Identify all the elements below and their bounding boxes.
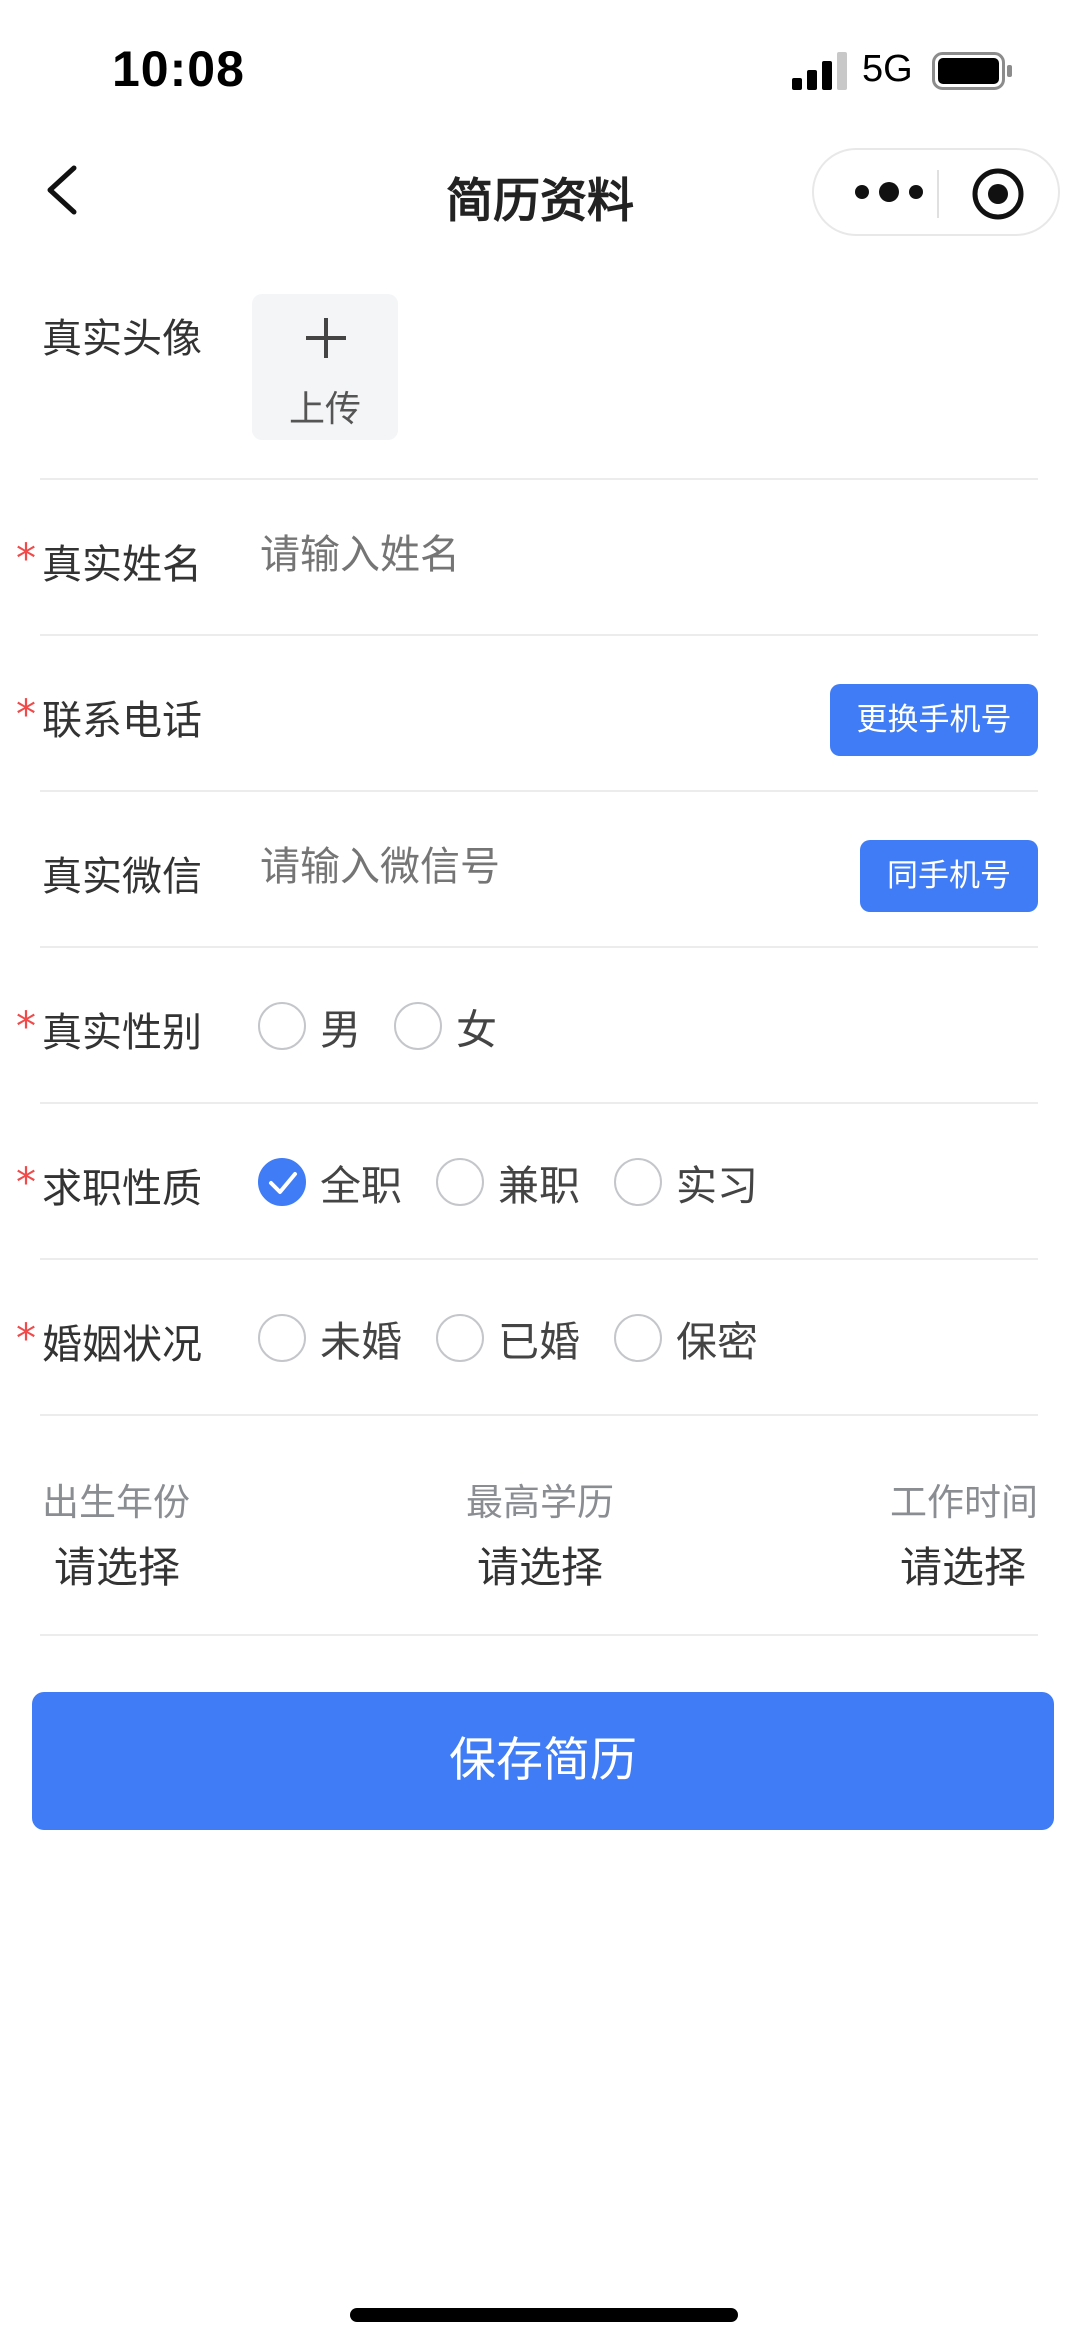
gender-row: * 真实性别 男 女 xyxy=(16,948,1038,1104)
wechat-row: 真实微信 同手机号 xyxy=(40,792,1038,948)
radio-circle[interactable] xyxy=(614,1158,662,1206)
job-type-row: * 求职性质 全职 兼职 实习 xyxy=(16,1104,1038,1260)
capsule-divider xyxy=(937,170,939,218)
required-mark: * xyxy=(16,1004,36,1050)
battery-icon xyxy=(932,52,1012,90)
radio-circle[interactable] xyxy=(614,1314,662,1362)
job-type-option-fulltime[interactable]: 全职 xyxy=(258,1154,408,1214)
picker-label: 出生年份 xyxy=(42,1481,190,1524)
work-time-picker[interactable]: 工作时间 请选择 xyxy=(798,1472,1038,1595)
name-input[interactable] xyxy=(260,532,820,578)
radio-circle-checked[interactable] xyxy=(258,1158,306,1206)
marital-option-married[interactable]: 已婚 xyxy=(436,1310,586,1370)
status-bar: 10:08 5G xyxy=(0,0,1080,140)
option-label: 未婚 xyxy=(320,1318,402,1366)
option-label: 实习 xyxy=(676,1162,758,1210)
gender-option-male[interactable]: 男 xyxy=(258,998,368,1058)
phone-row: * 联系电话 更换手机号 xyxy=(16,636,1038,792)
phone-label: 联系电话 xyxy=(42,698,202,744)
change-phone-button[interactable]: 更换手机号 xyxy=(830,684,1038,756)
name-row: * 真实姓名 xyxy=(16,480,1038,636)
save-resume-button[interactable]: 保存简历 xyxy=(32,1692,1054,1830)
close-miniprogram-icon[interactable] xyxy=(970,166,1026,222)
picker-label: 最高学历 xyxy=(466,1481,614,1524)
option-label: 全职 xyxy=(320,1162,402,1210)
option-label: 男 xyxy=(320,1006,361,1054)
cellular-signal-icon xyxy=(792,52,847,90)
nav-bar: 简历资料 xyxy=(0,140,1080,244)
radio-circle[interactable] xyxy=(394,1002,442,1050)
wechat-label: 真实微信 xyxy=(42,854,202,900)
plus-icon xyxy=(306,318,346,358)
required-mark: * xyxy=(16,1160,36,1206)
marital-option-single[interactable]: 未婚 xyxy=(258,1310,408,1370)
option-label: 已婚 xyxy=(498,1318,580,1366)
picker-value: 请选择 xyxy=(476,1543,603,1592)
upload-label: 上传 xyxy=(288,389,361,430)
required-mark: * xyxy=(16,536,36,582)
picker-label: 工作时间 xyxy=(890,1481,1038,1524)
radio-circle[interactable] xyxy=(436,1158,484,1206)
wechat-input[interactable] xyxy=(260,844,820,890)
same-as-phone-button[interactable]: 同手机号 xyxy=(860,840,1038,912)
option-label: 女 xyxy=(456,1006,497,1054)
marital-option-private[interactable]: 保密 xyxy=(614,1310,764,1370)
option-label: 保密 xyxy=(676,1318,758,1366)
gender-label: 真实性别 xyxy=(42,1010,202,1056)
more-options-icon[interactable] xyxy=(844,172,934,212)
education-picker[interactable]: 最高学历 请选择 xyxy=(420,1472,660,1595)
avatar-row: 真实头像 上传 xyxy=(40,290,1038,480)
picker-value: 请选择 xyxy=(899,1543,1026,1592)
radio-circle[interactable] xyxy=(436,1314,484,1362)
avatar-upload-button[interactable]: 上传 xyxy=(252,294,398,440)
network-type: 5G xyxy=(862,48,913,90)
pickers-row: 出生年份 请选择 最高学历 请选择 工作时间 请选择 xyxy=(40,1416,1038,1636)
radio-circle[interactable] xyxy=(258,1002,306,1050)
miniprogram-capsule xyxy=(812,148,1060,236)
home-indicator[interactable] xyxy=(350,2308,738,2322)
birth-year-picker[interactable]: 出生年份 请选择 xyxy=(42,1472,282,1595)
gender-option-female[interactable]: 女 xyxy=(394,998,504,1058)
required-mark: * xyxy=(16,1316,36,1362)
job-type-option-intern[interactable]: 实习 xyxy=(614,1154,764,1214)
radio-circle[interactable] xyxy=(258,1314,306,1362)
avatar-label: 真实头像 xyxy=(42,316,202,362)
check-icon xyxy=(269,1172,297,1194)
name-label: 真实姓名 xyxy=(42,542,202,588)
required-mark: * xyxy=(16,692,36,738)
job-type-option-parttime[interactable]: 兼职 xyxy=(436,1154,586,1214)
job-type-label: 求职性质 xyxy=(42,1166,202,1212)
option-label: 兼职 xyxy=(498,1162,580,1210)
marital-label: 婚姻状况 xyxy=(42,1322,202,1368)
picker-value: 请选择 xyxy=(54,1543,181,1592)
marital-row: * 婚姻状况 未婚 已婚 保密 xyxy=(16,1260,1038,1416)
status-time: 10:08 xyxy=(112,41,245,97)
